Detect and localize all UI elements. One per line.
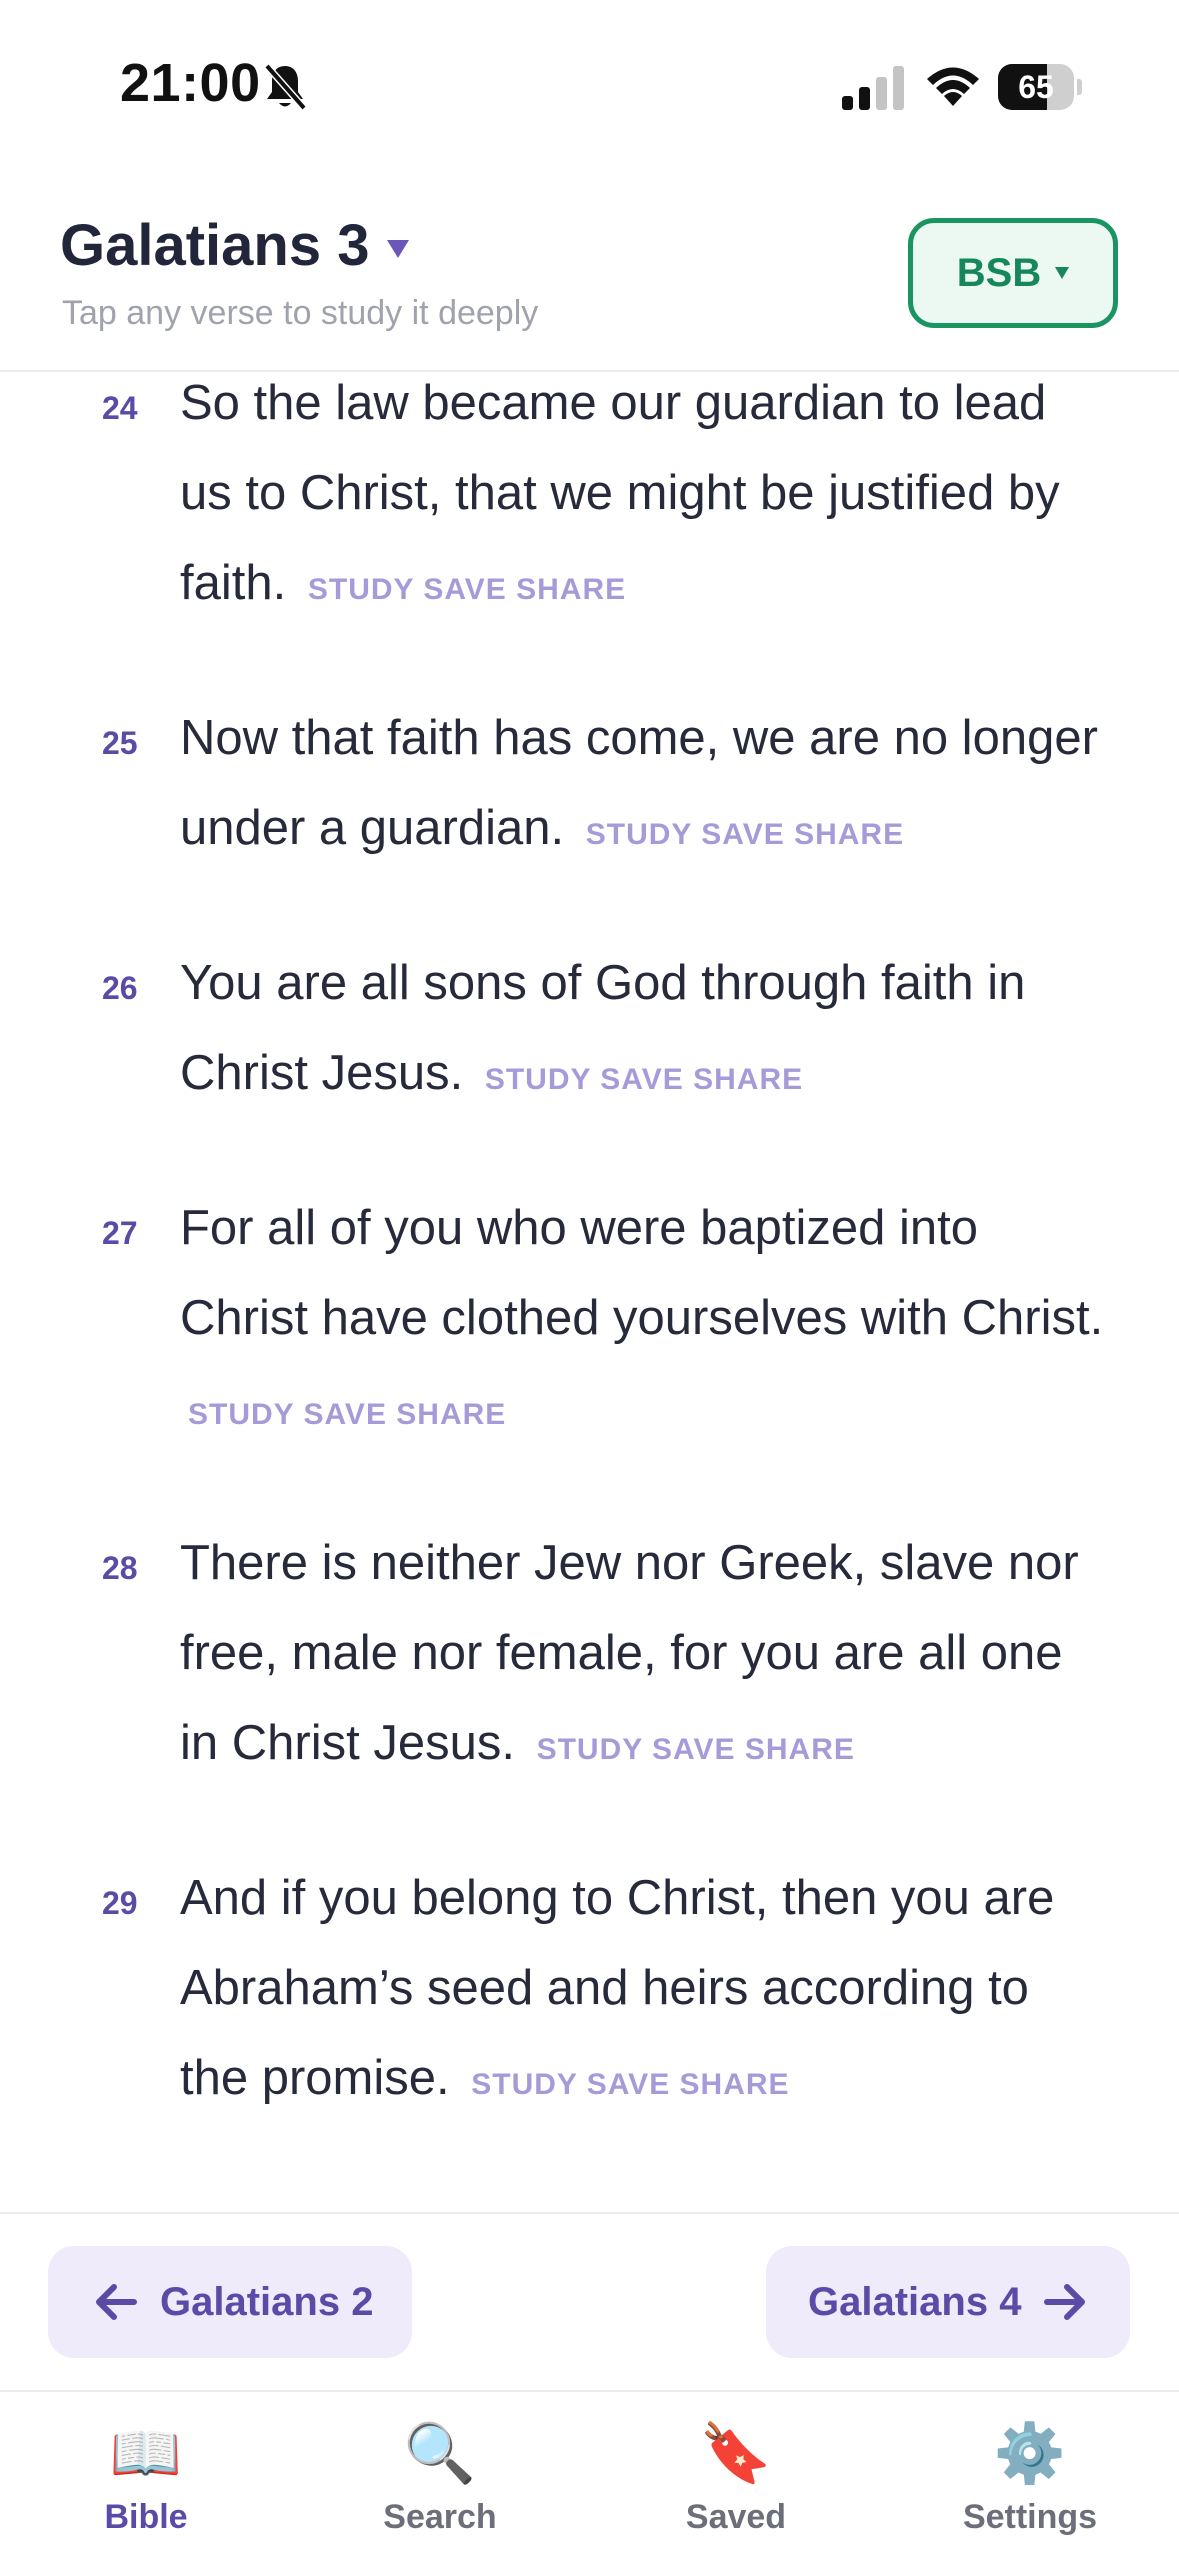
caret-down-icon (387, 239, 410, 258)
share-action[interactable]: SHARE (516, 573, 626, 606)
verse-actions: STUDY SAVE SHARE (586, 818, 904, 851)
verse-actions: STUDY SAVE SHARE (537, 1733, 855, 1766)
chapter-header: Galatians 3 Tap any verse to study it de… (0, 150, 1179, 372)
tab-bible[interactable]: 📖 Bible (46, 2420, 246, 2537)
tab-bar: 📖 Bible 🔍 Search 🔖 Saved ⚙️ Settings (0, 2392, 1179, 2556)
verse-text: For all of you who were baptized into Ch… (180, 1201, 1104, 1345)
page-title: Galatians 3 (60, 213, 370, 278)
status-bar: 21:00 65 (0, 0, 1179, 150)
translation-label: BSB (956, 250, 1042, 295)
save-action[interactable]: SAVE (303, 1398, 386, 1431)
verse-number: 25 (102, 725, 138, 761)
save-action[interactable]: SAVE (423, 573, 506, 606)
verse-number: 24 (102, 390, 138, 426)
share-action[interactable]: SHARE (745, 1733, 855, 1766)
tab-label: Search (383, 2498, 497, 2536)
study-action[interactable]: STUDY (471, 2068, 577, 2101)
previous-chapter-label: Galatians 2 (160, 2279, 374, 2324)
tab-label: Settings (962, 2498, 1098, 2536)
battery-icon: 65 (998, 64, 1082, 110)
tab-label: Bible (104, 2498, 188, 2536)
cellular-signal-icon (842, 66, 904, 110)
verse-number: 29 (102, 1885, 138, 1921)
bookmark-tag-icon: 🔖 (699, 2421, 773, 2486)
tab-search[interactable]: 🔍 Search (340, 2420, 540, 2537)
arrow-right-icon (1044, 2284, 1086, 2320)
study-action[interactable]: STUDY (188, 1398, 294, 1431)
share-action[interactable]: SHARE (396, 1398, 506, 1431)
verse-actions: STUDY SAVE SHARE (308, 573, 626, 606)
chapter-navigation: Galatians 2 Galatians 4 (0, 2212, 1179, 2392)
chapter-selector[interactable]: Galatians 3 (60, 212, 410, 279)
verse-number: 27 (102, 1215, 138, 1251)
gear-icon: ⚙️ (993, 2421, 1067, 2486)
tab-settings[interactable]: ⚙️ Settings (930, 2420, 1130, 2537)
verse-actions: STUDY SAVE SHARE (188, 1398, 506, 1431)
study-action[interactable]: STUDY (586, 818, 692, 851)
verse-number: 28 (102, 1550, 138, 1586)
silent-bell-icon (264, 63, 307, 111)
save-action[interactable]: SAVE (701, 818, 784, 851)
arrow-left-icon (96, 2284, 137, 2320)
save-action[interactable]: SAVE (600, 1063, 683, 1096)
next-chapter-button[interactable]: Galatians 4 (766, 2246, 1130, 2358)
open-book-icon: 📖 (109, 2421, 183, 2486)
tab-saved[interactable]: 🔖 Saved (636, 2420, 836, 2537)
share-action[interactable]: SHARE (693, 1063, 803, 1096)
study-action[interactable]: STUDY (485, 1063, 591, 1096)
battery-percent: 65 (1018, 69, 1054, 105)
share-action[interactable]: SHARE (680, 2068, 790, 2101)
verse-number: 26 (102, 970, 138, 1006)
previous-chapter-button[interactable]: Galatians 2 (48, 2246, 412, 2358)
study-action[interactable]: STUDY (308, 573, 414, 606)
tab-label: Saved (685, 2498, 787, 2536)
magnifier-icon: 🔍 (403, 2421, 477, 2486)
verse-actions: STUDY SAVE SHARE (471, 2068, 789, 2101)
save-action[interactable]: SAVE (587, 2068, 670, 2101)
study-action[interactable]: STUDY (537, 1733, 643, 1766)
save-action[interactable]: SAVE (652, 1733, 735, 1766)
translation-selector-button[interactable]: BSB (908, 218, 1118, 328)
status-time: 21:00 (120, 53, 261, 113)
verse-actions: STUDY SAVE SHARE (485, 1063, 803, 1096)
wifi-icon (927, 67, 979, 106)
caret-down-icon (1055, 267, 1070, 279)
header-subtitle: Tap any verse to study it deeply (62, 294, 539, 332)
share-action[interactable]: SHARE (794, 818, 904, 851)
next-chapter-label: Galatians 4 (808, 2279, 1022, 2324)
